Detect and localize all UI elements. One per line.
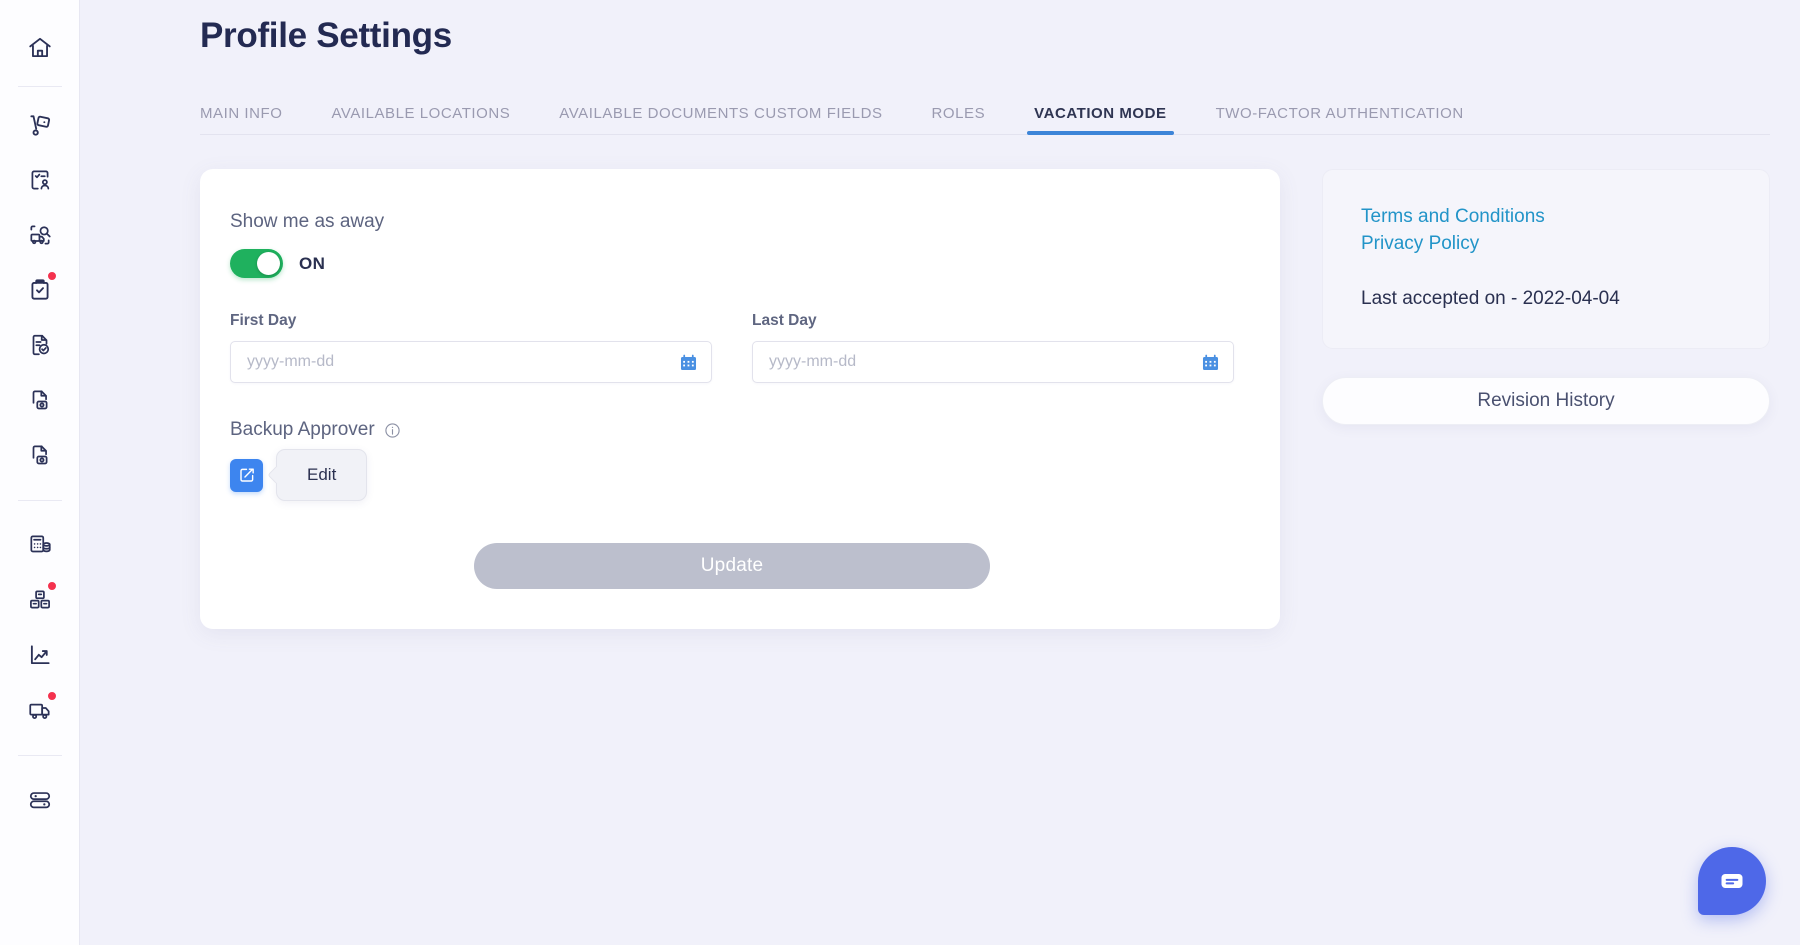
- truck-search-icon: [27, 222, 53, 248]
- update-button-wrapper: Update: [230, 543, 1234, 589]
- revision-history-button[interactable]: Revision History: [1322, 376, 1770, 425]
- tab-vacation-mode[interactable]: VACATION MODE: [1027, 106, 1175, 135]
- date-range-row: First Day yyyy-mm-dd Last Day yyyy-mm-dd: [230, 312, 1234, 383]
- notification-badge: [46, 581, 57, 591]
- backup-approver-row: Edit: [230, 449, 1234, 501]
- terms-and-conditions-link[interactable]: Terms and Conditions: [1361, 204, 1731, 231]
- last-day-input[interactable]: [769, 353, 1201, 371]
- delivery-truck-icon: [27, 697, 53, 723]
- document-check-icon: [27, 332, 53, 358]
- away-toggle-row: ON: [230, 249, 1234, 278]
- toggle-knob: [257, 252, 280, 275]
- page-title: Profile Settings: [200, 16, 452, 55]
- sidebar-item-archived-documents[interactable]: [14, 429, 66, 481]
- tab-two-factor-authentication[interactable]: TWO-FACTOR AUTHENTICATION: [1216, 106, 1464, 134]
- calculator-database-icon: [27, 532, 53, 558]
- edit-backup-approver-button[interactable]: [230, 458, 263, 492]
- first-day-label: First Day: [230, 312, 297, 329]
- sidebar-item-settings[interactable]: [14, 774, 66, 826]
- sidebar-item-dispatch[interactable]: [14, 99, 66, 151]
- show-away-toggle[interactable]: [230, 249, 283, 278]
- checklist-person-icon: [27, 167, 53, 193]
- sidebar-item-inventory[interactable]: [14, 574, 66, 626]
- sidebar-item-secure-documents[interactable]: [14, 374, 66, 426]
- last-accepted-text: Last accepted on - 2022-04-04: [1361, 287, 1620, 309]
- last-day-input-wrapper[interactable]: [752, 341, 1234, 383]
- app-root: Profile Settings MAIN INFO AVAILABLE LOC…: [0, 0, 1800, 945]
- first-day-input-wrapper[interactable]: [230, 341, 712, 383]
- sidebar-item-fleet[interactable]: [14, 684, 66, 736]
- sidebar-item-tasks[interactable]: [14, 264, 66, 316]
- calendar-icon[interactable]: [1201, 353, 1220, 372]
- backup-approver-label: Backup Approver: [230, 419, 375, 440]
- last-day-label: Last Day: [752, 312, 817, 329]
- first-day-field: First Day: [230, 312, 712, 383]
- update-button[interactable]: Update: [474, 543, 990, 589]
- sidebar-divider-2: [17, 500, 62, 501]
- notification-badge: [46, 271, 57, 281]
- show-away-label: Show me as away: [230, 211, 385, 232]
- toggles-icon: [27, 787, 53, 813]
- clipboard-check-icon: [27, 277, 53, 303]
- sidebar-divider-3: [17, 755, 62, 756]
- boxes-icon: [27, 587, 53, 613]
- chat-bubble-icon: [1718, 867, 1746, 895]
- tab-available-locations[interactable]: AVAILABLE LOCATIONS: [331, 106, 510, 134]
- main-content: Profile Settings MAIN INFO AVAILABLE LOC…: [80, 0, 1800, 945]
- tab-main-info[interactable]: MAIN INFO: [200, 106, 282, 134]
- left-sidebar: [0, 0, 80, 945]
- terms-card: Terms and Conditions Privacy Policy Last…: [1322, 169, 1770, 349]
- tab-available-documents-custom-fields[interactable]: AVAILABLE DOCUMENTS CUSTOM FIELDS: [559, 106, 882, 134]
- last-day-field: Last Day: [752, 312, 1234, 383]
- first-day-input[interactable]: [247, 353, 679, 371]
- vacation-mode-card: Show me as away ON First Day yyyy-mm-dd …: [200, 169, 1280, 629]
- settings-tabs: MAIN INFO AVAILABLE LOCATIONS AVAILABLE …: [200, 92, 1770, 135]
- home-icon: [27, 35, 53, 61]
- info-icon[interactable]: [384, 422, 401, 439]
- notification-badge: [46, 691, 57, 701]
- sidebar-item-accounting[interactable]: [14, 519, 66, 571]
- chat-widget-button[interactable]: [1698, 847, 1766, 915]
- sidebar-item-home[interactable]: [14, 22, 66, 74]
- sidebar-item-driver-checklist[interactable]: [14, 154, 66, 206]
- side-panel: Terms and Conditions Privacy Policy Last…: [1322, 169, 1770, 629]
- backup-approver-label-row: Backup Approver: [230, 419, 1234, 441]
- sidebar-item-approved-documents[interactable]: [14, 319, 66, 371]
- sidebar-divider-1: [17, 86, 62, 87]
- tab-roles[interactable]: ROLES: [932, 106, 986, 134]
- sidebar-item-track-shipment[interactable]: [14, 209, 66, 261]
- hand-truck-icon: [27, 112, 53, 138]
- document-lock-alt-icon: [27, 442, 53, 468]
- sidebar-item-reports[interactable]: [14, 629, 66, 681]
- trending-chart-icon: [27, 642, 53, 668]
- content-area: Show me as away ON First Day yyyy-mm-dd …: [200, 169, 1770, 629]
- toggle-state-label: ON: [299, 253, 326, 273]
- edit-tooltip: Edit: [276, 449, 368, 501]
- privacy-policy-link[interactable]: Privacy Policy: [1361, 231, 1731, 258]
- document-lock-icon: [27, 387, 53, 413]
- calendar-icon[interactable]: [679, 353, 698, 372]
